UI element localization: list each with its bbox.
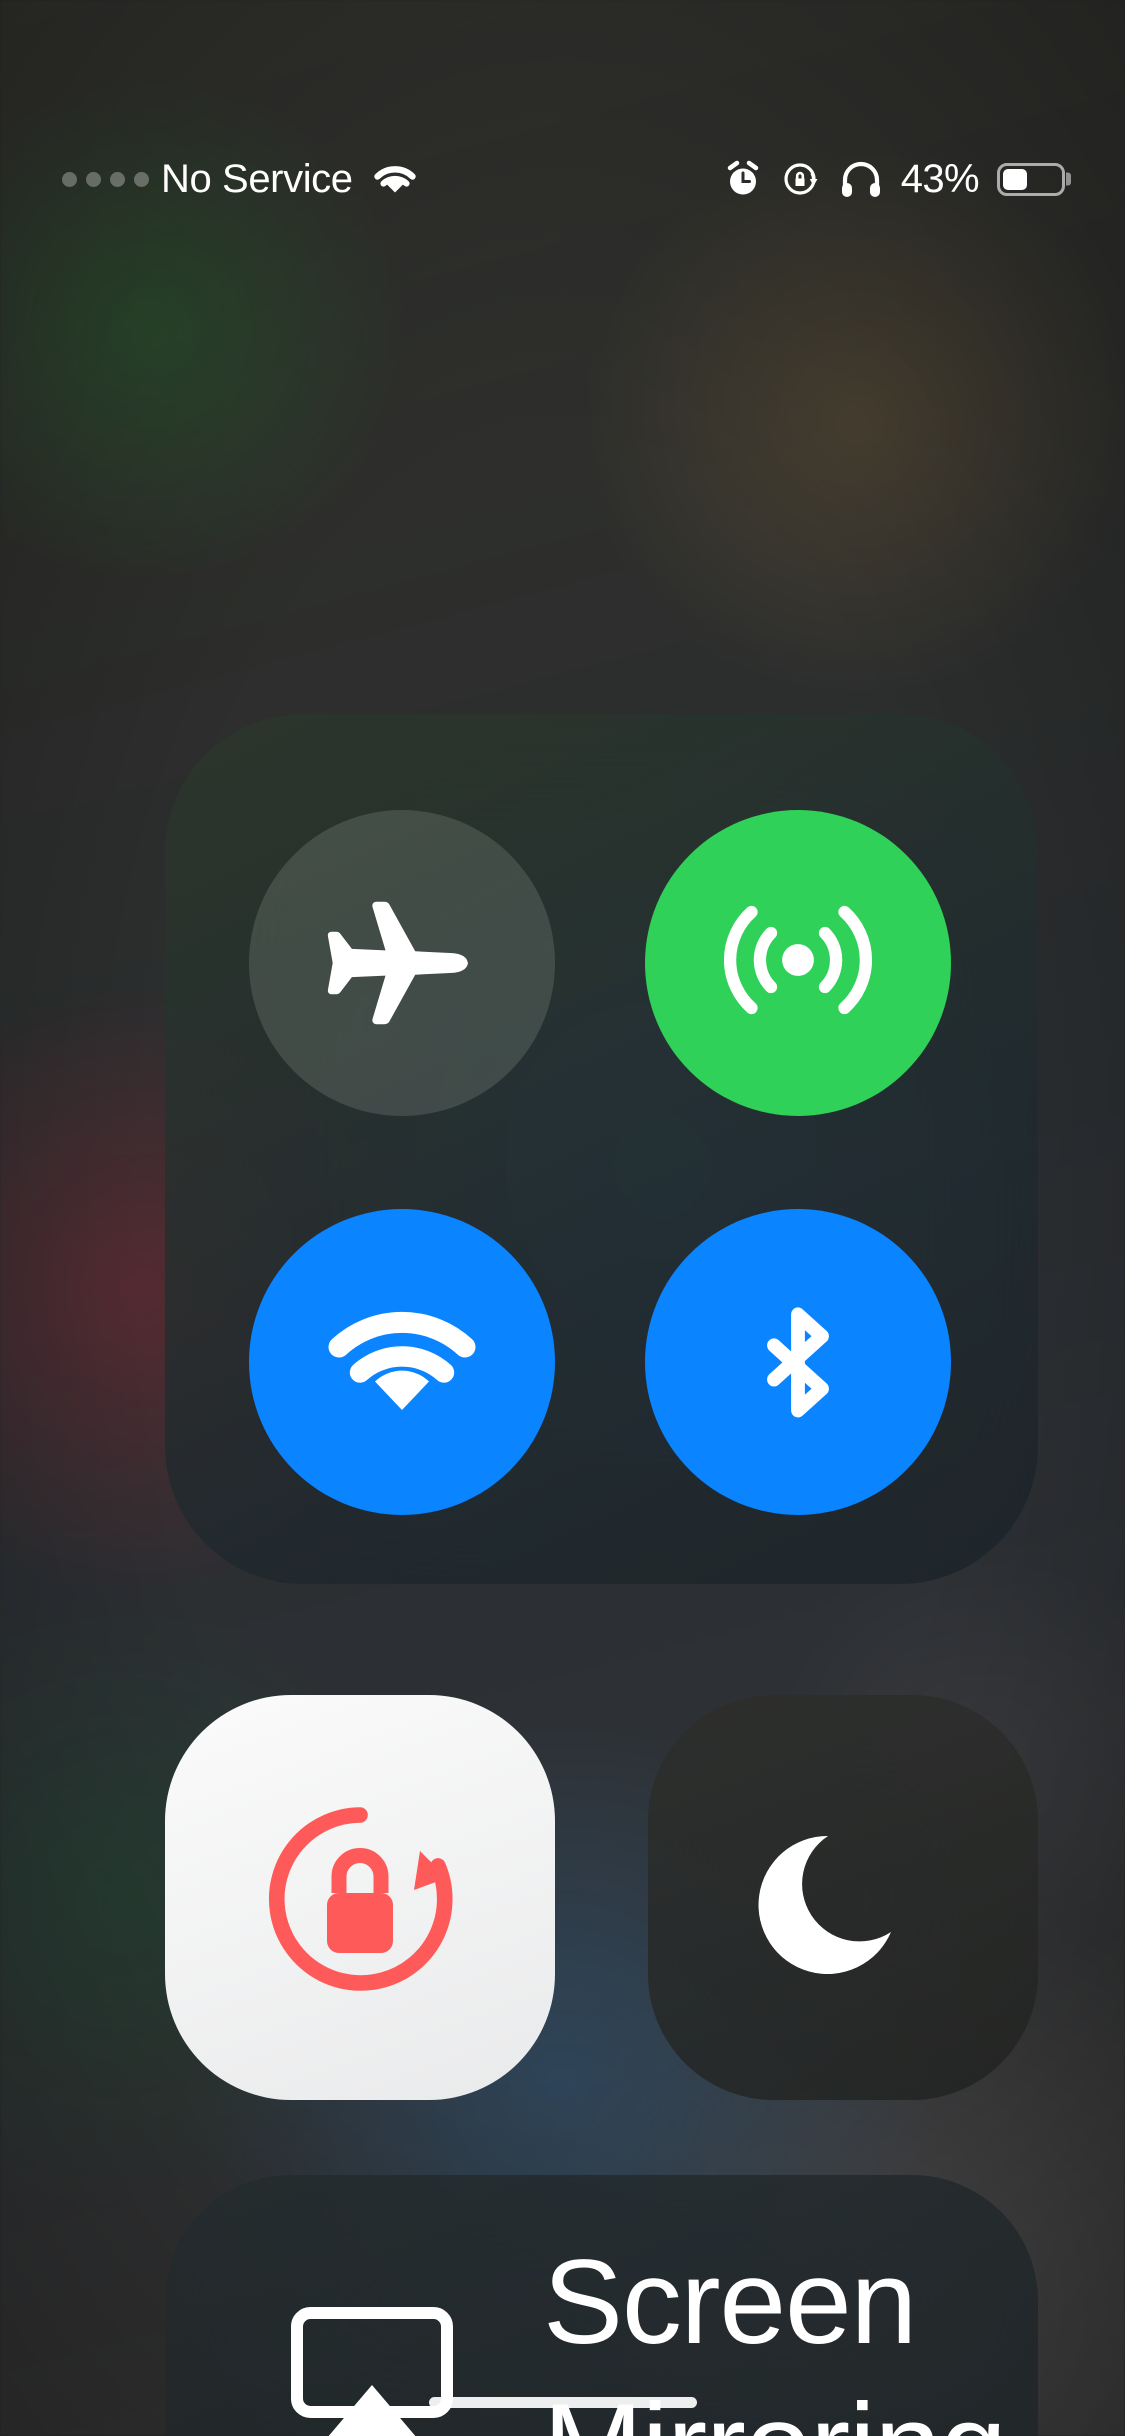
rotation-lock-icon — [246, 1784, 474, 2012]
connectivity-module — [165, 714, 1038, 1584]
cellular-antenna-icon — [711, 876, 885, 1050]
home-indicator[interactable] — [429, 2397, 697, 2408]
wifi-icon — [309, 1290, 495, 1434]
screen-mirroring-label-line2: Mirroring — [543, 2381, 1006, 2436]
screen-mirroring-icon — [279, 2294, 465, 2436]
do-not-disturb-toggle[interactable] — [648, 1695, 1038, 2100]
bluetooth-icon — [732, 1269, 864, 1455]
cellular-data-toggle[interactable] — [645, 810, 951, 1116]
control-center: Do Not Disturb E Drake — [0, 0, 1125, 2436]
airplane-mode-toggle[interactable] — [249, 810, 555, 1116]
bluetooth-toggle[interactable] — [645, 1209, 951, 1515]
wifi-toggle[interactable] — [249, 1209, 555, 1515]
moon-icon — [744, 1799, 942, 1997]
screen-mirroring-label-line1: Screen — [543, 2239, 916, 2371]
airplane-icon — [312, 873, 492, 1053]
rotation-lock-toggle[interactable] — [165, 1695, 555, 2100]
